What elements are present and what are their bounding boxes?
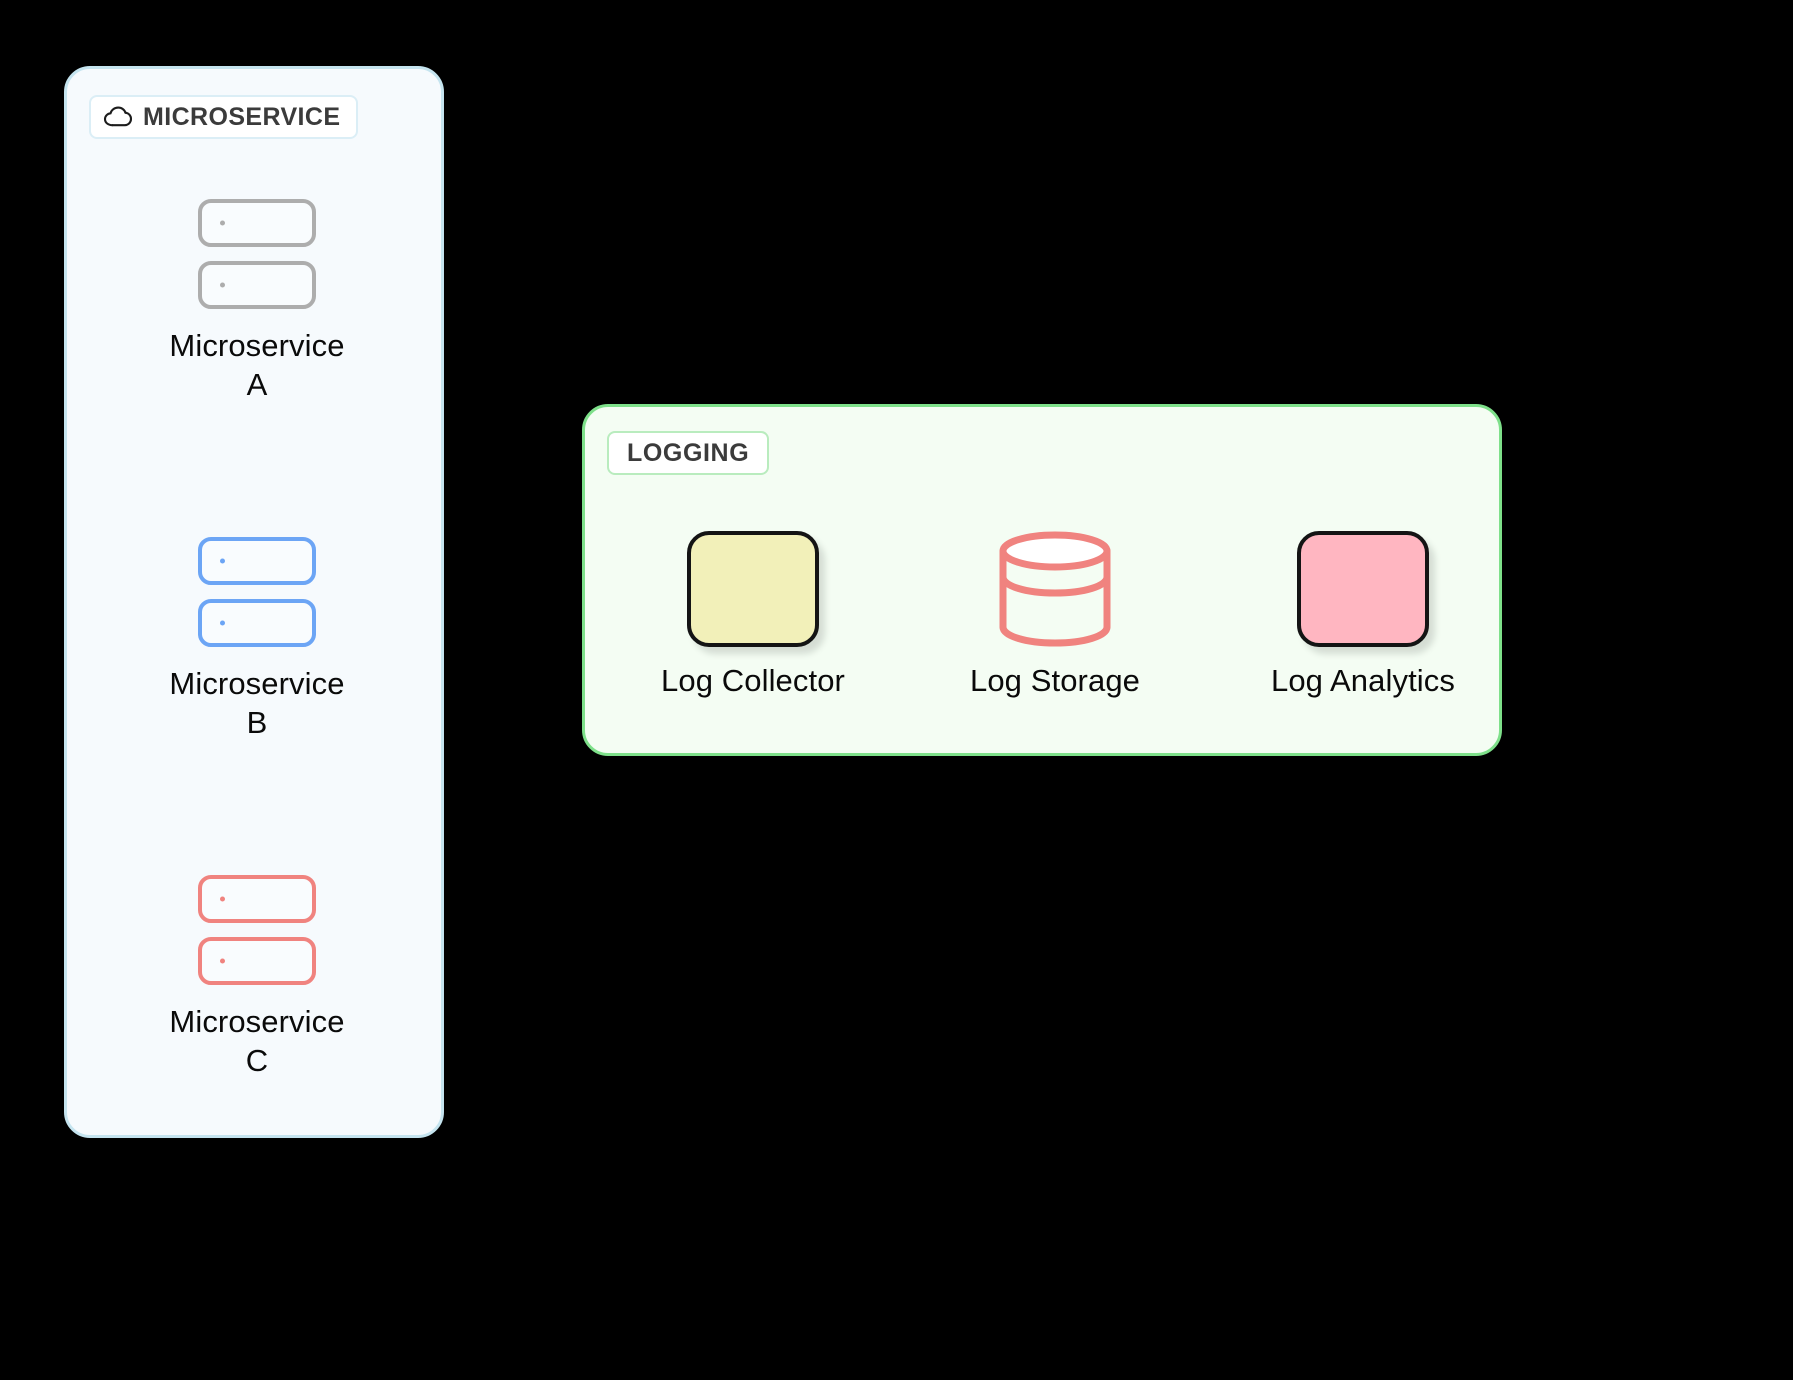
service-node-c-2[interactable] [198, 937, 316, 985]
service-node-a-2[interactable] [198, 261, 316, 309]
service-label-a: Microservice A [169, 327, 344, 405]
database-cylinder-icon [999, 531, 1111, 647]
service-node-c-1[interactable] [198, 875, 316, 923]
node-status-dot [220, 282, 225, 288]
service-label-c-line1: Microservice [169, 1004, 345, 1039]
microservice-badge-label: MICROSERVICE [143, 102, 341, 131]
node-status-dot [220, 620, 225, 626]
node-status-dot [220, 896, 225, 902]
service-node-b-1[interactable] [198, 537, 316, 585]
service-label-b-line1: Microservice [169, 666, 345, 701]
service-group-c[interactable]: Microservice C [67, 875, 447, 1081]
node-status-dot [220, 558, 225, 564]
log-analytics-shape[interactable] [1297, 531, 1429, 647]
log-collector-label: Log Collector [661, 663, 845, 698]
service-group-b[interactable]: Microservice B [67, 537, 447, 743]
node-status-dot [220, 220, 225, 226]
service-label-a-line2: A [246, 366, 268, 402]
microservice-badge: MICROSERVICE [89, 95, 359, 139]
log-analytics-node[interactable]: Log Analytics [1253, 531, 1473, 699]
log-storage-label: Log Storage [969, 663, 1140, 698]
log-analytics-label: Log Analytics [1271, 663, 1455, 698]
service-node-b-2[interactable] [198, 599, 316, 647]
logging-badge-label: LOGGING [627, 438, 750, 467]
service-label-b-line2: B [246, 704, 268, 740]
node-status-dot [220, 958, 225, 964]
service-label-a-line1: Microservice [169, 328, 345, 363]
service-label-c-line2: C [245, 1042, 269, 1078]
logging-badge: LOGGING [607, 431, 770, 475]
log-storage-shape[interactable] [993, 531, 1117, 647]
logging-container: LOGGING Log Collector Log Storage Log An… [582, 404, 1502, 756]
service-label-c: Microservice C [169, 1003, 344, 1081]
service-group-a[interactable]: Microservice A [67, 199, 447, 405]
microservice-container: MICROSERVICE Microservice A Microservice… [64, 66, 444, 1138]
log-storage-node[interactable]: Log Storage [945, 531, 1165, 699]
service-node-a-1[interactable] [198, 199, 316, 247]
cloud-icon [103, 106, 133, 127]
service-label-b: Microservice B [169, 665, 344, 743]
log-collector-shape[interactable] [687, 531, 819, 647]
log-collector-node[interactable]: Log Collector [643, 531, 863, 699]
